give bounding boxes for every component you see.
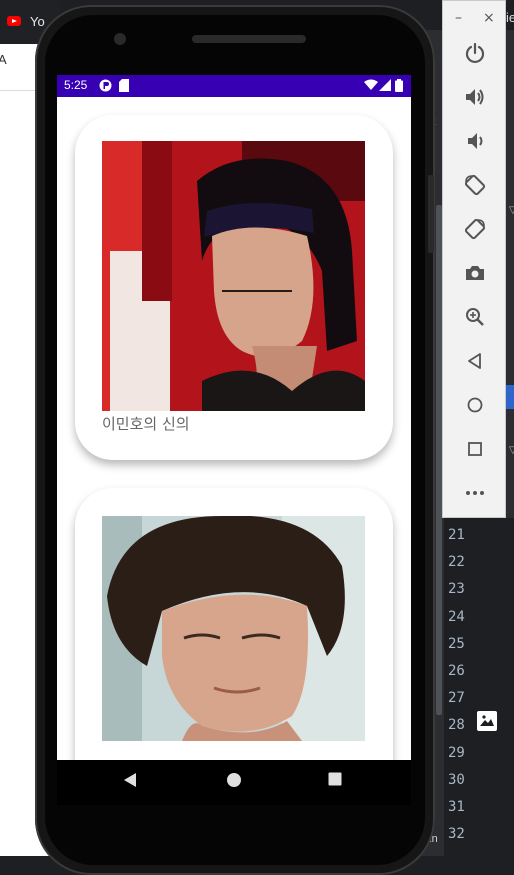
minimize-button[interactable]: – [455, 10, 462, 26]
drama-card[interactable] [75, 488, 393, 760]
home-icon[interactable] [226, 772, 242, 788]
actor-photo [102, 141, 365, 411]
browser-address-fragment: A [0, 52, 7, 67]
ide-fold-icon[interactable]: ▽ [509, 205, 514, 216]
earpiece-speaker [192, 35, 306, 43]
line-number: 32 [448, 826, 465, 843]
image-gutter-icon[interactable] [477, 711, 497, 731]
phone-side-button [428, 175, 434, 253]
home-circle-icon [467, 397, 483, 413]
overview-square-icon [468, 442, 482, 456]
actor-photo [102, 516, 365, 741]
close-button[interactable]: × [483, 10, 495, 26]
volume-up-icon [466, 89, 484, 105]
signal-icon [379, 79, 391, 91]
more-options-button[interactable] [461, 479, 489, 507]
line-number: 28 [448, 717, 465, 734]
volume-up-button[interactable] [461, 83, 489, 111]
power-button[interactable] [461, 39, 489, 67]
line-number: 23 [448, 581, 465, 598]
volume-down-icon [468, 133, 483, 149]
screenshot-button[interactable] [461, 259, 489, 287]
emulator-home-button[interactable] [461, 391, 489, 419]
ide-line-numbers: 21 22 23 24 25 26 27 28 29 30 31 32 [448, 522, 465, 848]
navigation-bar [57, 760, 411, 805]
line-number: 24 [448, 608, 465, 625]
rotate-right-button[interactable] [461, 215, 489, 243]
front-camera [114, 33, 126, 45]
back-icon[interactable] [123, 772, 137, 788]
emulator-back-button[interactable] [461, 347, 489, 375]
status-time: 5:25 [64, 78, 88, 92]
power-icon [465, 42, 485, 64]
line-number: 21 [448, 527, 465, 543]
drama-card[interactable]: 이민호의 신의 [75, 115, 393, 460]
sd-card-icon [119, 79, 129, 92]
battery-icon [395, 79, 403, 92]
ide-selection-marker [505, 385, 514, 409]
zoom-button[interactable] [461, 303, 489, 331]
line-number: 27 [448, 690, 465, 707]
volume-down-button[interactable] [461, 127, 489, 155]
browser-tab-label[interactable]: Yo [30, 14, 45, 29]
rotate-left-icon [464, 174, 486, 196]
ide-tab-fragment: ie [506, 10, 514, 25]
drama-title: 이민호의 신의 [102, 415, 190, 433]
more-dots-icon [466, 491, 484, 495]
phone-screen: 5:25 이민호의 신의 [57, 75, 411, 760]
emulator-overview-button[interactable] [461, 435, 489, 463]
line-number: 30 [448, 771, 465, 788]
back-triangle-icon [468, 353, 481, 369]
youtube-icon [7, 16, 21, 26]
line-number: 22 [448, 554, 465, 571]
rotate-left-button[interactable] [461, 171, 489, 199]
line-number: 31 [448, 798, 465, 815]
line-number: 29 [448, 744, 465, 761]
recents-icon[interactable] [328, 772, 342, 786]
line-number: 26 [448, 662, 465, 679]
wifi-icon [364, 79, 378, 90]
ide-fold-icon[interactable]: ▽ [509, 445, 514, 456]
notification-icon [99, 79, 112, 92]
rotate-right-icon [464, 218, 486, 240]
emulator-toolbar: – × [442, 0, 506, 518]
camera-icon [466, 266, 484, 280]
line-number: 25 [448, 635, 465, 652]
zoom-icon [466, 308, 484, 326]
status-bar: 5:25 [57, 75, 411, 97]
